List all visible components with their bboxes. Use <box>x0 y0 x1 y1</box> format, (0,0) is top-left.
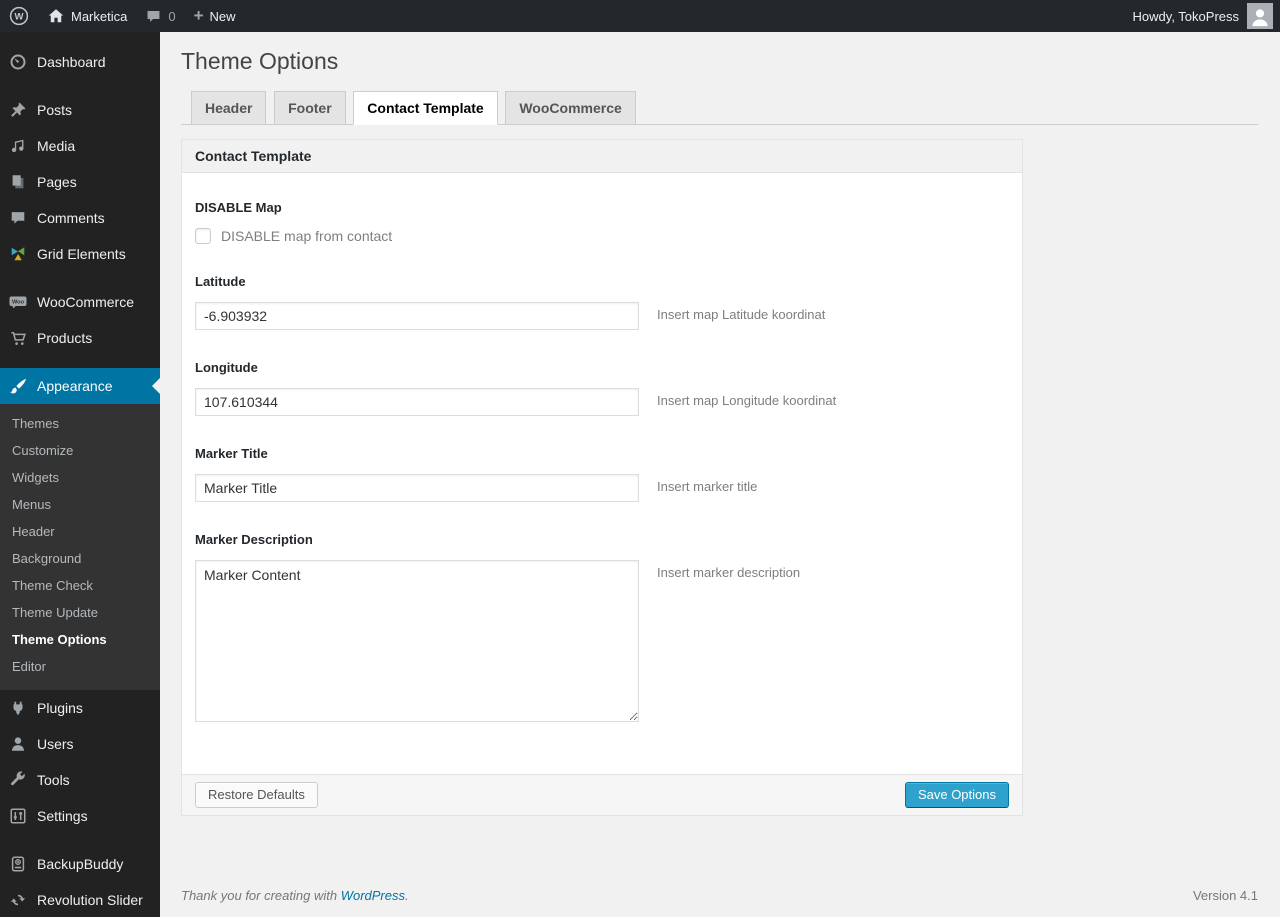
marker-title-input[interactable] <box>195 474 639 502</box>
sidebar-item-users[interactable]: Users <box>0 726 160 762</box>
person-icon <box>1252 9 1268 27</box>
submenu-item-themes[interactable]: Themes <box>0 410 160 437</box>
tab-bar: Header Footer Contact Template WooCommer… <box>181 91 1258 125</box>
longitude-hint: Insert map Longitude koordinat <box>657 393 837 408</box>
sidebar-item-pages[interactable]: Pages <box>0 164 160 200</box>
sidebar-item-plugins[interactable]: Plugins <box>0 690 160 726</box>
sidebar-item-backupbuddy[interactable]: BackupBuddy <box>0 846 160 882</box>
thanks-text: Thank you for creating with WordPress. <box>181 888 409 903</box>
dashboard-icon <box>8 52 28 72</box>
paintbrush-icon <box>8 376 28 396</box>
disable-map-label: DISABLE Map <box>195 200 282 215</box>
comments-menu[interactable]: 0 <box>136 0 184 32</box>
sidebar-item-settings[interactable]: Settings <box>0 798 160 834</box>
admin-bar-right: Howdy, TokoPress <box>1133 3 1280 29</box>
marker-title-label: Marker Title <box>195 446 268 461</box>
page-footer: Thank you for creating with WordPress. V… <box>181 878 1258 917</box>
wordpress-link[interactable]: WordPress <box>341 888 405 903</box>
latitude-field: Latitude Insert map Latitude koordinat <box>195 274 1009 330</box>
tab-woocommerce[interactable]: WooCommerce <box>505 91 636 125</box>
longitude-label: Longitude <box>195 360 258 375</box>
tab-contact-template[interactable]: Contact Template <box>353 91 498 125</box>
latitude-hint: Insert map Latitude koordinat <box>657 307 826 322</box>
submenu-item-theme-update[interactable]: Theme Update <box>0 599 160 626</box>
submenu-item-editor[interactable]: Editor <box>0 653 160 680</box>
tab-footer[interactable]: Footer <box>274 91 346 125</box>
sidebar-item-comments[interactable]: Comments <box>0 200 160 236</box>
submenu-item-theme-check[interactable]: Theme Check <box>0 572 160 599</box>
admin-sidebar: Dashboard Posts Media Pages Comments Gri… <box>0 32 160 917</box>
submenu-item-customize[interactable]: Customize <box>0 437 160 464</box>
marker-title-field: Marker Title Insert marker title <box>195 446 1009 502</box>
speech-bubble-icon <box>8 208 28 228</box>
sidebar-item-media[interactable]: Media <box>0 128 160 164</box>
submenu-item-header[interactable]: Header <box>0 518 160 545</box>
sidebar-item-tools[interactable]: Tools <box>0 762 160 798</box>
panel-footer: Restore Defaults Save Options <box>182 774 1022 815</box>
sidebar-item-products[interactable]: Products <box>0 320 160 356</box>
svg-text:W: W <box>15 12 24 23</box>
contact-template-panel: Contact Template DISABLE Map DISABLE map… <box>181 139 1023 816</box>
backupbuddy-icon <box>8 854 28 874</box>
admin-bar-left: W Marketica 0 + New <box>0 0 245 32</box>
longitude-field: Longitude Insert map Longitude koordinat <box>195 360 1009 416</box>
sidebar-item-revolution-slider[interactable]: Revolution Slider <box>0 882 160 917</box>
disable-map-checkbox[interactable] <box>195 228 211 244</box>
avatar[interactable] <box>1247 3 1273 29</box>
user-icon <box>8 734 28 754</box>
pushpin-icon <box>8 100 28 120</box>
panel-title: Contact Template <box>182 140 1022 173</box>
wordpress-logo-icon: W <box>9 6 29 26</box>
site-name-menu[interactable]: Marketica <box>38 0 136 32</box>
admin-bar: W Marketica 0 + New Howdy, TokoPress <box>0 0 1280 32</box>
marker-description-hint: Insert marker description <box>657 565 801 580</box>
appearance-submenu: Themes Customize Widgets Menus Header Ba… <box>0 404 160 690</box>
version-text: Version 4.1 <box>1192 888 1258 903</box>
page-title: Theme Options <box>181 48 339 74</box>
disable-map-checkbox-label: DISABLE map from contact <box>221 228 393 244</box>
cart-icon <box>8 328 28 348</box>
pages-icon <box>8 172 28 192</box>
main-content: Theme Options Header Footer Contact Temp… <box>160 32 1280 917</box>
svg-text:Woo: Woo <box>12 299 25 305</box>
site-name: Marketica <box>71 8 128 24</box>
panel-body: DISABLE Map DISABLE map from contact Lat… <box>182 173 1022 774</box>
restore-defaults-button[interactable]: Restore Defaults <box>195 782 318 808</box>
howdy-account-menu[interactable]: Howdy, TokoPress <box>1133 9 1239 24</box>
wrench-icon <box>8 770 28 790</box>
submenu-item-menus[interactable]: Menus <box>0 491 160 518</box>
wordpress-logo-menu[interactable]: W <box>0 0 38 32</box>
plus-icon: + <box>193 5 204 25</box>
new-content-menu[interactable]: + New <box>185 0 245 32</box>
longitude-input[interactable] <box>195 388 639 416</box>
home-icon <box>47 7 65 25</box>
disable-map-field: DISABLE Map DISABLE map from contact <box>195 200 1009 244</box>
marker-description-field: Marker Description Marker Content Insert… <box>195 532 1009 722</box>
submenu-item-widgets[interactable]: Widgets <box>0 464 160 491</box>
woocommerce-badge-icon: Woo <box>8 292 28 312</box>
tab-header[interactable]: Header <box>191 91 267 125</box>
submenu-item-background[interactable]: Background <box>0 545 160 572</box>
save-options-button[interactable]: Save Options <box>904 782 1009 808</box>
plug-icon <box>8 698 28 718</box>
cycle-arrows-icon <box>8 890 28 910</box>
sidebar-item-appearance[interactable]: Appearance <box>0 368 160 404</box>
new-label: New <box>209 8 236 24</box>
comment-bubble-icon <box>145 8 162 25</box>
sidebar-item-posts[interactable]: Posts <box>0 92 160 128</box>
media-note-icon <box>8 136 28 156</box>
grid-elements-pinwheel-icon <box>8 244 28 264</box>
marker-title-hint: Insert marker title <box>657 479 758 494</box>
latitude-label: Latitude <box>195 274 246 289</box>
comment-count: 0 <box>168 8 176 24</box>
marker-description-label: Marker Description <box>195 532 313 547</box>
sidebar-item-grid-elements[interactable]: Grid Elements <box>0 236 160 272</box>
latitude-input[interactable] <box>195 302 639 330</box>
submenu-item-theme-options[interactable]: Theme Options <box>0 626 160 653</box>
sidebar-item-dashboard[interactable]: Dashboard <box>0 44 160 80</box>
sidebar-item-woocommerce[interactable]: Woo WooCommerce <box>0 284 160 320</box>
marker-description-textarea[interactable]: Marker Content <box>195 560 639 722</box>
sliders-icon <box>8 806 28 826</box>
